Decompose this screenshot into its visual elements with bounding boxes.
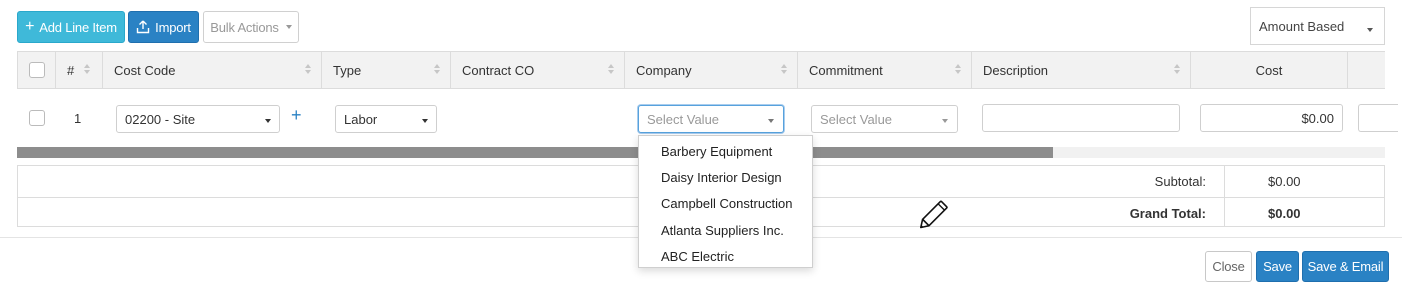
amount-mode-select[interactable]: Amount Based <box>1250 7 1385 45</box>
header-contract-co[interactable]: Contract CO <box>451 52 625 88</box>
cost-code-select[interactable]: 02200 - Site <box>116 105 280 133</box>
header-cost-label: Cost <box>1255 62 1283 78</box>
save-label: Save <box>1263 259 1292 274</box>
add-line-item-button[interactable]: + Add Line Item <box>17 11 125 43</box>
company-select[interactable]: Select Value <box>638 105 784 133</box>
cost-code-value: 02200 - Site <box>125 111 196 127</box>
type-value: Labor <box>344 111 378 127</box>
header-company[interactable]: Company <box>625 52 798 88</box>
caret-down-icon <box>942 119 948 123</box>
close-button[interactable]: Close <box>1205 251 1252 282</box>
header-company-label: Company <box>636 62 692 78</box>
close-label: Close <box>1212 259 1245 274</box>
sort-icon <box>608 64 614 76</box>
sort-icon <box>305 64 311 76</box>
header-cost[interactable]: Cost <box>1191 52 1348 88</box>
header-cost-code[interactable]: Cost Code <box>103 52 322 88</box>
type-select[interactable]: Labor <box>335 105 437 133</box>
company-option[interactable]: Campbell Construction <box>639 191 812 217</box>
sort-icon <box>84 64 90 76</box>
caret-down-icon <box>285 25 292 29</box>
subtotal-value: $0.00 <box>1268 174 1301 189</box>
header-type[interactable]: Type <box>322 52 451 88</box>
sort-icon <box>955 64 961 76</box>
save-button[interactable]: Save <box>1256 251 1299 282</box>
row-checkbox[interactable] <box>29 110 45 126</box>
sort-icon <box>1174 64 1180 76</box>
caret-down-icon <box>1367 28 1373 32</box>
caret-down-icon <box>265 119 271 123</box>
import-button[interactable]: Import <box>128 11 199 43</box>
plus-icon: + <box>25 18 35 35</box>
caret-down-icon <box>768 119 774 123</box>
grand-total-value: $0.00 <box>1268 206 1301 221</box>
add-cost-code-icon[interactable]: + <box>291 106 302 124</box>
commitment-select[interactable]: Select Value <box>811 105 958 133</box>
row-number: 1 <box>74 111 82 126</box>
grid-header: # Cost Code Type Contract CO Company Com… <box>17 51 1385 89</box>
header-description-label: Description <box>983 62 1049 78</box>
header-extra <box>1348 52 1386 88</box>
horizontal-scrollbar-thumb[interactable] <box>17 147 1053 158</box>
header-number-label: # <box>67 62 75 78</box>
company-dropdown-menu: Barbery Equipment Daisy Interior Design … <box>638 135 813 268</box>
pencil-cursor-icon <box>919 200 948 229</box>
header-commitment[interactable]: Commitment <box>798 52 972 88</box>
import-label: Import <box>155 19 191 35</box>
grand-total-label: Grand Total: <box>1129 206 1206 221</box>
add-line-item-label: Add Line Item <box>39 19 117 35</box>
commitment-placeholder: Select Value <box>820 111 893 127</box>
cost-input[interactable]: $0.00 <box>1200 104 1343 132</box>
subtotal-label: Subtotal: <box>1154 174 1206 189</box>
company-placeholder: Select Value <box>647 111 720 127</box>
header-select-all-cell <box>18 52 56 88</box>
header-contract-co-label: Contract CO <box>462 62 535 78</box>
header-description[interactable]: Description <box>972 52 1191 88</box>
header-commitment-label: Commitment <box>809 62 883 78</box>
caret-down-icon <box>422 119 428 123</box>
totals-divider <box>1224 166 1225 226</box>
header-type-label: Type <box>333 62 362 78</box>
cost-value: $0.00 <box>1301 110 1334 126</box>
company-option[interactable]: Daisy Interior Design <box>639 164 812 190</box>
bulk-actions-label: Bulk Actions <box>210 19 279 35</box>
save-email-button[interactable]: Save & Email <box>1302 251 1389 282</box>
sort-icon <box>434 64 440 76</box>
sort-icon <box>781 64 787 76</box>
company-option[interactable]: Atlanta Suppliers Inc. <box>639 217 812 243</box>
header-number[interactable]: # <box>56 52 103 88</box>
company-option[interactable]: ABC Electric <box>639 243 812 269</box>
save-email-label: Save & Email <box>1307 259 1384 274</box>
select-all-checkbox[interactable] <box>29 62 45 78</box>
extra-input[interactable] <box>1358 104 1398 132</box>
amount-mode-value: Amount Based <box>1259 18 1345 34</box>
bulk-actions-button[interactable]: Bulk Actions <box>203 11 299 43</box>
header-cost-code-label: Cost Code <box>114 62 176 78</box>
description-input[interactable] <box>982 104 1180 132</box>
company-option[interactable]: Barbery Equipment <box>639 138 812 164</box>
upload-icon <box>136 20 150 34</box>
